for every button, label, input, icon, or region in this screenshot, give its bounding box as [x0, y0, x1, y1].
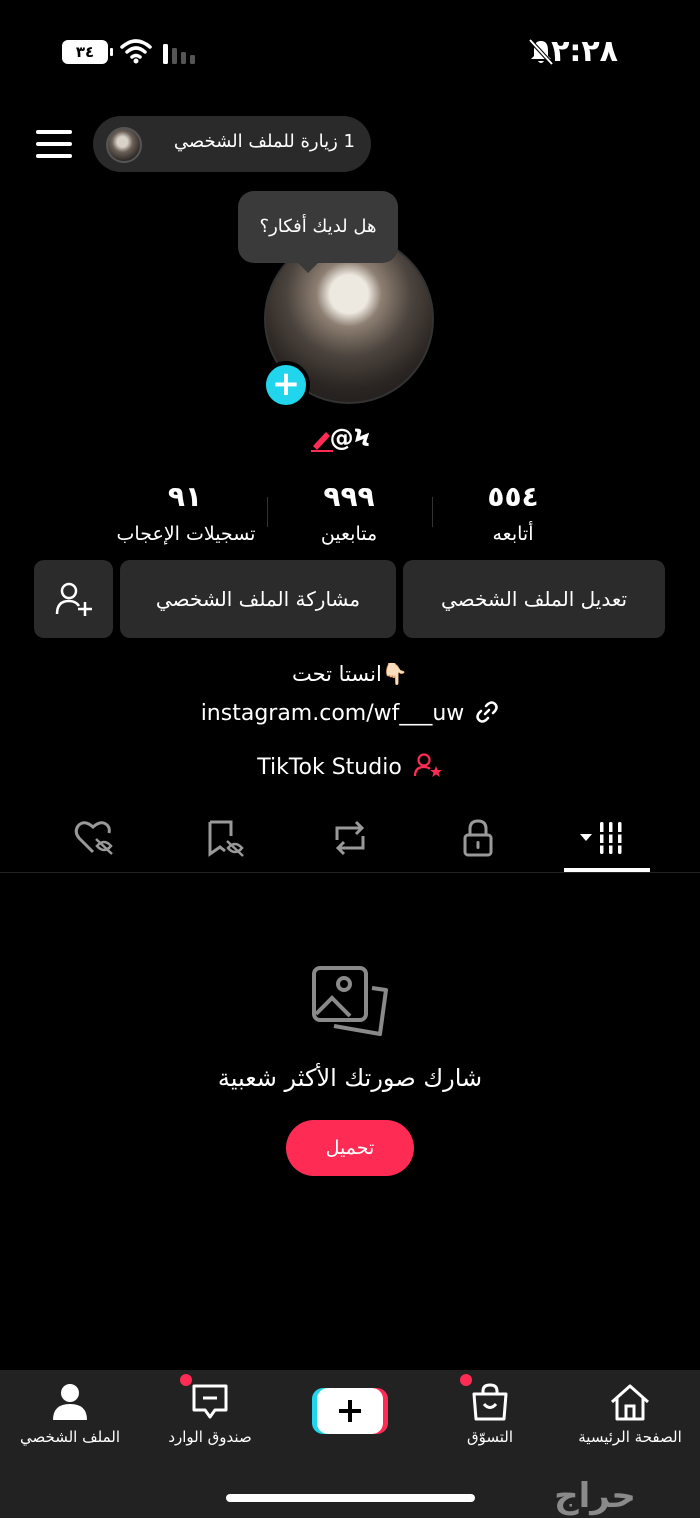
- inbox-message-icon: [192, 1384, 228, 1419]
- empty-state-title: شارك صورتك الأكثر شعبية: [217, 1064, 483, 1092]
- home-icon: [611, 1384, 649, 1421]
- bio-link-row[interactable]: instagram.com/wf___uw: [0, 700, 700, 726]
- saved-bookmark-tab-icon[interactable]: [201, 816, 247, 860]
- edit-pencil-icon[interactable]: [309, 428, 335, 452]
- nav-inbox-label: صندوق الوارد: [168, 1428, 252, 1446]
- nav-profile-label: الملف الشخصي: [20, 1428, 120, 1446]
- likes-label: تسجيلات الإعجاب: [116, 523, 256, 545]
- tiktok-studio-row[interactable]: TikTok Studio: [0, 752, 700, 780]
- nav-home[interactable]: الصفحة الرئيسية: [560, 1382, 700, 1462]
- status-time: ٢:٢٨: [551, 34, 618, 69]
- liked-heart-tab-icon[interactable]: [72, 816, 118, 860]
- edit-profile-button[interactable]: تعديل الملف الشخصي: [403, 560, 665, 638]
- shopping-bag-icon: [472, 1383, 508, 1421]
- private-lock-tab-icon[interactable]: [455, 816, 501, 860]
- share-profile-button[interactable]: مشاركة الملف الشخصي: [120, 560, 396, 638]
- videos-grid-tab-icon[interactable]: [578, 816, 624, 860]
- repost-tab-icon[interactable]: [327, 816, 373, 860]
- nav-inbox[interactable]: صندوق الوارد: [140, 1382, 280, 1462]
- nav-shop[interactable]: التسوّق: [420, 1382, 560, 1462]
- tiktok-studio-link[interactable]: TikTok Studio: [257, 755, 402, 780]
- battery-icon: ٣٤: [62, 40, 113, 64]
- nav-profile[interactable]: الملف الشخصي: [0, 1382, 140, 1462]
- add-friends-button[interactable]: [34, 560, 113, 638]
- upload-button[interactable]: تحميل: [286, 1120, 414, 1176]
- add-user-icon: [55, 582, 92, 616]
- wifi-icon: [120, 39, 152, 64]
- profile-visits-text: 1 زيارة للملف الشخصي: [173, 131, 355, 152]
- following-count[interactable]: ٥٥٤: [438, 480, 588, 513]
- link-icon: [476, 701, 499, 723]
- inbox-notification-dot: [180, 1374, 192, 1386]
- followers-count[interactable]: ٩٩٩: [274, 480, 424, 513]
- photos-icon: [312, 966, 388, 1036]
- shop-notification-dot: [460, 1374, 472, 1386]
- instagram-link[interactable]: instagram.com/wf___uw: [201, 701, 465, 726]
- watermark-logo: حراج: [554, 1476, 636, 1516]
- tabs-divider: [0, 872, 700, 873]
- create-post-button[interactable]: [312, 1386, 388, 1436]
- creator-star-icon: [413, 753, 442, 777]
- followers-label: متابعين: [320, 523, 378, 545]
- add-story-button[interactable]: +: [262, 361, 310, 409]
- menu-icon[interactable]: [36, 130, 72, 158]
- bio-text: انستا تحت👇🏻: [291, 662, 408, 686]
- profile-person-icon: [53, 1384, 87, 1420]
- signal-icon: [163, 44, 195, 64]
- visitor-avatar: [106, 127, 142, 163]
- nav-home-label: الصفحة الرئيسية: [578, 1428, 682, 1446]
- nav-shop-label: التسوّق: [466, 1428, 514, 1446]
- following-label: أتابعه: [492, 523, 534, 545]
- home-indicator[interactable]: [226, 1494, 475, 1502]
- ideas-tooltip[interactable]: هل لديك أفكار؟: [238, 191, 398, 273]
- likes-count[interactable]: ٩١: [110, 480, 260, 513]
